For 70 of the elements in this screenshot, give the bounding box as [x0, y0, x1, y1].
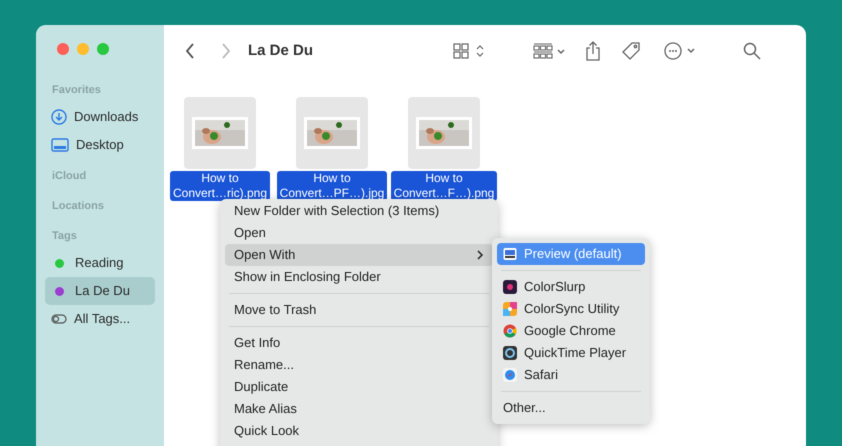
chevron-icon [477, 250, 484, 260]
tag-icon[interactable] [621, 41, 642, 61]
menu-item[interactable]: New Folder with Selection (3 Items) [225, 200, 493, 222]
menu-label: Get Info [234, 334, 280, 352]
app-menu-item[interactable]: Other... [497, 397, 645, 419]
app-menu-item[interactable]: ColorSync Utility [497, 298, 645, 320]
file-thumbnail[interactable] [296, 97, 368, 169]
sidebar-item[interactable]: Desktop [45, 131, 155, 159]
sidebar-label: Downloads [74, 108, 138, 126]
app-label: Preview (default) [524, 245, 622, 264]
search-icon[interactable] [743, 42, 762, 60]
menu-label: Open [234, 224, 266, 242]
app-icon [503, 302, 517, 316]
desktop-icon [51, 138, 69, 152]
file-name[interactable]: How to Convert…F…).png [390, 171, 498, 201]
sidebar-label: La De Du [75, 282, 130, 300]
sidebar-heading: Locations [51, 199, 105, 214]
more-icon[interactable] [663, 41, 698, 61]
menu-item[interactable]: Open [225, 222, 493, 244]
menu-label: Show in Enclosing Folder [234, 268, 381, 286]
app-icon [503, 280, 517, 294]
file-name[interactable]: How to Convert…ric).png [170, 171, 270, 201]
menu-label: Open With [234, 246, 296, 264]
menu-label: Quick Look [234, 422, 300, 440]
sidebar-item[interactable]: Reading [45, 249, 155, 277]
window-title: La De Du [248, 40, 314, 61]
sidebar-item[interactable]: La De Du [45, 277, 155, 305]
menu-item[interactable]: Move to Trash [225, 299, 493, 321]
menu-label: Rename... [234, 356, 294, 374]
app-label: ColorSync Utility [524, 300, 620, 318]
file-name[interactable]: How to Convert…PF…).jpg [276, 171, 388, 201]
file-thumbnail[interactable] [408, 97, 480, 169]
menu-label: Move to Trash [234, 301, 316, 320]
menu-item[interactable]: Make Alias [225, 398, 493, 420]
app-label: QuickTime Player [524, 344, 626, 362]
menu-item[interactable]: Rename... [225, 354, 493, 376]
sidebar-label: Reading [75, 254, 124, 272]
tags-icon [51, 313, 67, 325]
app-menu-item[interactable]: QuickTime Player [497, 342, 645, 364]
sidebar-heading: Favorites [51, 83, 102, 98]
app-label: Google Chrome [524, 322, 616, 340]
file-thumbnail[interactable] [184, 97, 256, 169]
share-icon[interactable] [585, 41, 602, 61]
menu-item[interactable]: Duplicate [225, 376, 493, 398]
download-icon [51, 109, 67, 125]
menu-label: New Folder with Selection (3 Items) [234, 202, 440, 220]
menu-label: Duplicate [234, 378, 288, 396]
app-menu-item[interactable]: Safari [497, 364, 645, 386]
sidebar-label: Desktop [76, 136, 124, 154]
app-menu-item[interactable]: ColorSlurp [497, 276, 645, 298]
app-label: ColorSlurp [524, 278, 586, 296]
sidebar-heading: Tags [51, 229, 78, 244]
menu-item[interactable]: Show in Enclosing Folder [225, 266, 493, 288]
sidebar-item[interactable]: All Tags... [45, 305, 155, 333]
sidebar-heading: iCloud [51, 169, 88, 184]
app-label: Safari [524, 366, 558, 384]
menu-item[interactable]: Open With [225, 244, 493, 266]
group-icon[interactable] [533, 43, 568, 59]
menu-item[interactable]: Get Info [225, 332, 493, 354]
menu-item[interactable]: Quick Look [225, 420, 493, 442]
menu-label: Make Alias [234, 400, 297, 418]
compass-icon [503, 368, 517, 382]
preview-icon [503, 247, 517, 261]
sidebar-label: All Tags... [74, 310, 130, 328]
app-menu-item[interactable]: Google Chrome [497, 320, 645, 342]
back-icon[interactable] [184, 43, 196, 59]
app-label: Other... [503, 399, 546, 418]
sidebar-item[interactable]: Downloads [45, 103, 155, 131]
app-icon [503, 346, 517, 360]
browser-icon [503, 324, 517, 338]
